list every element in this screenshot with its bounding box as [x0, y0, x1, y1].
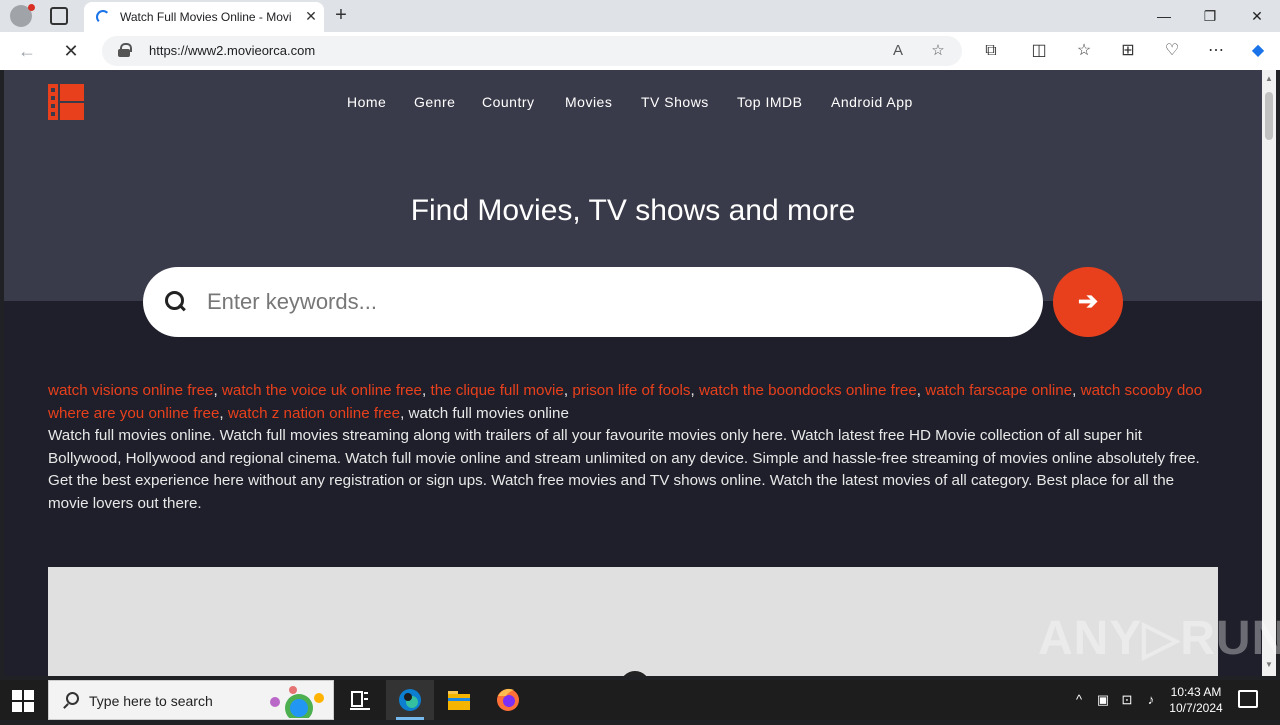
keyword-link[interactable]: the clique full movie	[430, 382, 563, 399]
keyword-link[interactable]: prison life of fools	[572, 382, 690, 399]
nav-home[interactable]: Home	[347, 94, 386, 110]
search-input[interactable]	[207, 283, 1007, 321]
site-logo[interactable]	[48, 84, 84, 120]
stop-loading-icon[interactable]: ✕	[60, 40, 82, 62]
back-arrow-icon[interactable]: ←	[16, 40, 38, 62]
search-icon	[63, 692, 79, 708]
more-menu-icon[interactable]: ⋯	[1206, 41, 1226, 61]
edge-icon[interactable]	[386, 680, 434, 720]
favorite-star-icon[interactable]: ☆	[928, 41, 948, 61]
firefox-icon[interactable]	[484, 680, 532, 720]
nav-android-app[interactable]: Android App	[831, 94, 913, 110]
collections-icon[interactable]: ⊞	[1118, 41, 1138, 61]
copilot-icon[interactable]: ◆	[1248, 41, 1268, 61]
file-explorer-icon[interactable]	[435, 680, 483, 720]
page-viewport: Home Genre Country Movies TV Shows Top I…	[4, 70, 1262, 676]
search-box	[143, 267, 1043, 337]
search-submit-button[interactable]: ➔	[1053, 267, 1123, 337]
keyword-link[interactable]: watch the voice uk online free	[222, 382, 422, 399]
taskbar-search-placeholder: Type here to search	[89, 693, 213, 709]
clock-date: 10/7/2024	[1169, 701, 1223, 715]
keyword-links: watch visions online free, watch the voi…	[48, 382, 1203, 422]
browser-essentials-icon[interactable]: ♡	[1162, 41, 1182, 61]
search-highlight-art-icon	[270, 686, 324, 718]
page-content: watch visions online free, watch the voi…	[48, 380, 1218, 516]
clock-time: 10:43 AM	[1170, 685, 1222, 699]
restore-button[interactable]: ❐	[1187, 0, 1233, 32]
hero-title: Find Movies, TV shows and more	[410, 194, 856, 227]
keyword-link[interactable]: watch the boondocks online free	[699, 382, 917, 399]
new-tab-button[interactable]: +	[331, 4, 351, 26]
keyword-link[interactable]: watch farscape online	[925, 382, 1072, 399]
task-view-icon[interactable]	[336, 680, 384, 720]
search-icon	[165, 291, 187, 313]
keyword-tail-text: watch full movies online	[408, 404, 569, 422]
nav-tv-shows[interactable]: TV Shows	[641, 94, 709, 110]
loading-spinner-icon	[96, 10, 110, 24]
browser-toolbar: ← ✕ https://www2.movieorca.com A ☆ ⧉ ◫ ☆…	[0, 32, 1280, 70]
favorites-icon[interactable]: ☆	[1074, 41, 1094, 61]
page-scrollbar[interactable]: ▲ ▼	[1262, 70, 1276, 676]
tab-actions-icon[interactable]	[50, 7, 68, 25]
tray-overflow-chevron-icon[interactable]: ^	[1070, 692, 1088, 707]
close-window-button[interactable]: ✕	[1234, 0, 1280, 32]
nav-top-imdb[interactable]: Top IMDB	[737, 94, 802, 110]
read-aloud-icon[interactable]: A	[888, 41, 908, 61]
windows-taskbar: Type here to search ^ ▣ ⊡ ♪ 10:43 AM 10/…	[0, 680, 1280, 720]
browser-tab-bar: Watch Full Movies Online - Movi ✕ + — ❐ …	[0, 0, 1280, 32]
minimize-button[interactable]: —	[1141, 0, 1187, 32]
scroll-thumb[interactable]	[1265, 92, 1273, 140]
nav-movies[interactable]: Movies	[565, 94, 612, 110]
keyword-link[interactable]: watch visions online free	[48, 382, 213, 399]
network-icon[interactable]: ⊡	[1118, 692, 1136, 708]
keyword-link[interactable]: watch z nation online free	[228, 405, 400, 422]
tab-title: Watch Full Movies Online - Movi	[120, 10, 292, 24]
extensions-icon[interactable]: ⧉	[981, 41, 1001, 61]
volume-icon[interactable]: ♪	[1142, 692, 1160, 707]
lock-icon[interactable]	[118, 43, 132, 57]
tab-close-icon[interactable]: ✕	[302, 7, 320, 25]
anyrun-watermark: ANY▷RUN	[1038, 612, 1280, 665]
profile-notification-dot	[28, 4, 35, 11]
active-tab[interactable]: Watch Full Movies Online - Movi ✕	[84, 2, 324, 32]
notifications-icon[interactable]	[1238, 690, 1258, 708]
arrow-right-icon: ➔	[1077, 288, 1099, 315]
scroll-up-arrow-icon[interactable]: ▲	[1264, 74, 1274, 84]
taskbar-search-box[interactable]: Type here to search	[48, 680, 334, 720]
nav-genre[interactable]: Genre	[414, 94, 455, 110]
split-screen-icon[interactable]: ◫	[1029, 41, 1049, 61]
loading-indicator	[620, 671, 650, 676]
taskbar-clock[interactable]: 10:43 AM 10/7/2024	[1166, 684, 1226, 716]
site-description: Watch full movies online. Watch full mov…	[48, 427, 1200, 512]
windows-start-icon[interactable]	[12, 690, 34, 712]
tray-device-icon[interactable]: ▣	[1094, 692, 1112, 708]
address-bar[interactable]: https://www2.movieorca.com A ☆	[102, 36, 962, 66]
nav-country[interactable]: Country	[482, 94, 535, 110]
url-text[interactable]: https://www2.movieorca.com	[149, 43, 315, 58]
